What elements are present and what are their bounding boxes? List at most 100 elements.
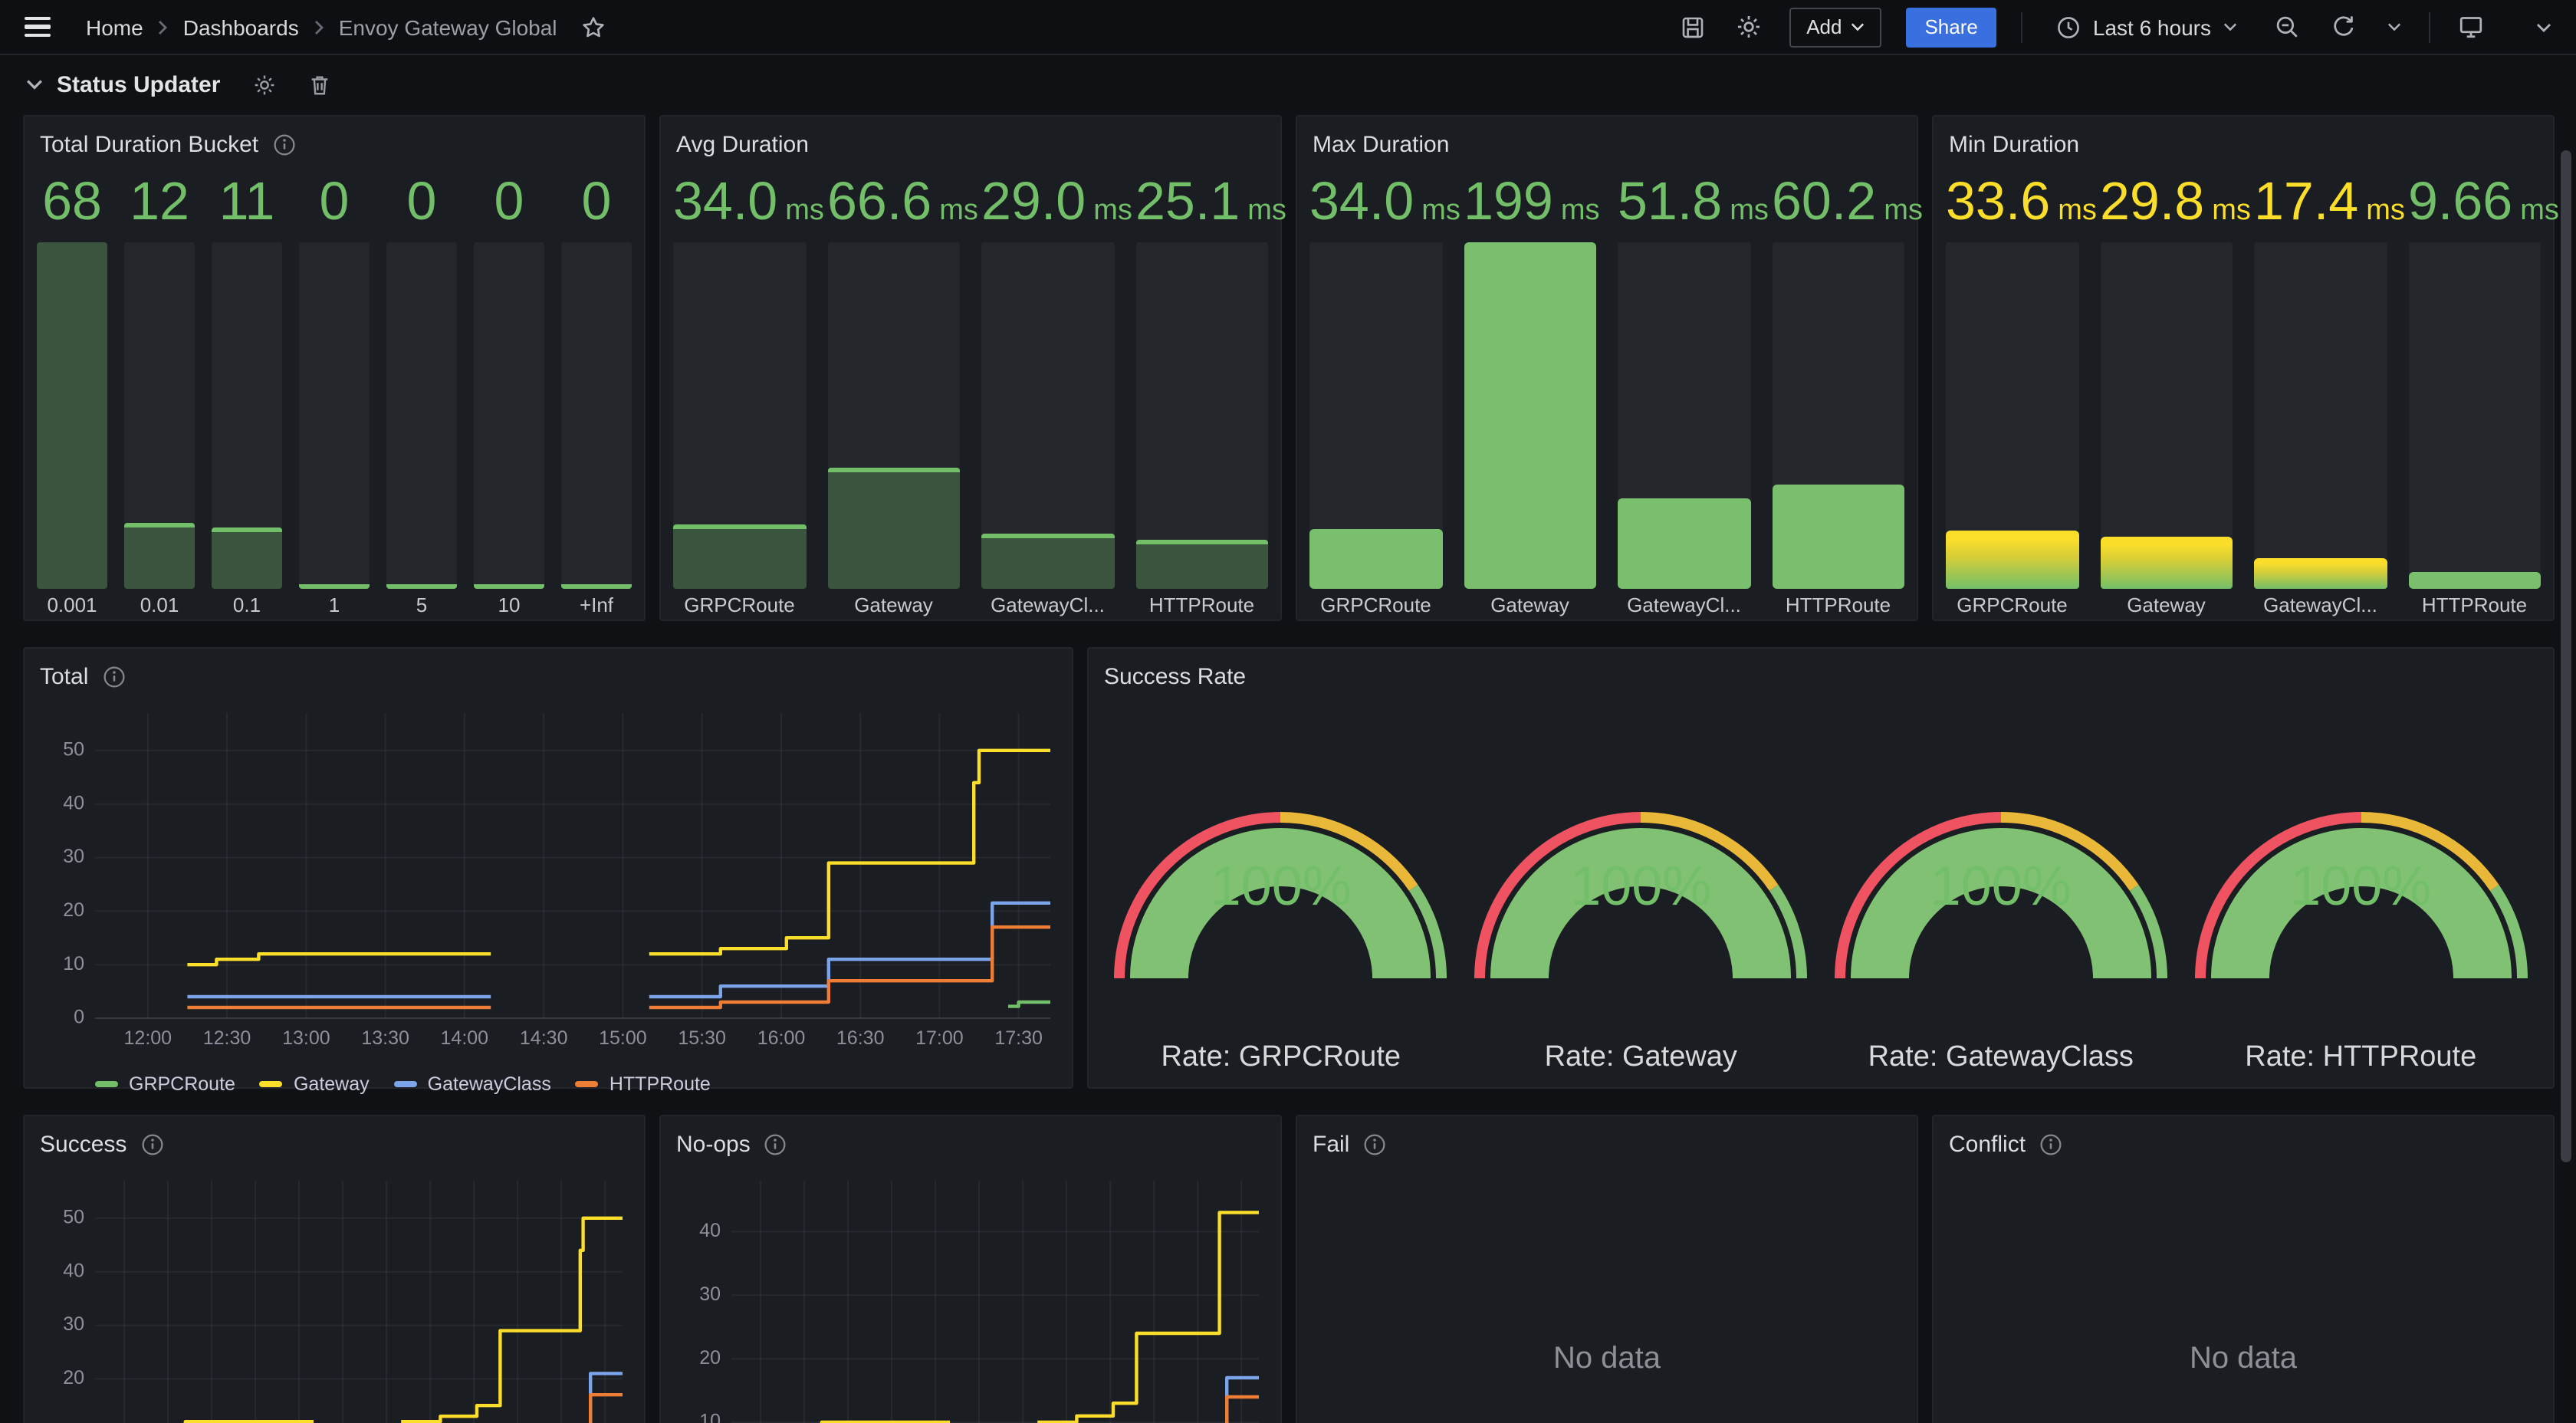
row-settings-icon[interactable]	[252, 73, 275, 96]
chevron-right-icon	[313, 19, 325, 35]
bar-label: 0.1	[212, 589, 282, 623]
panel-fail: FailNo data	[1296, 1115, 1918, 1423]
svg-text:20: 20	[699, 1347, 721, 1369]
svg-text:50: 50	[63, 738, 84, 760]
add-button-label: Add	[1806, 15, 1842, 38]
stat-value: 68	[37, 169, 107, 236]
time-series-plot[interactable]: 0102030405012:0012:3013:0013:3014:0014:3…	[37, 1168, 635, 1423]
svg-text:30: 30	[699, 1283, 721, 1305]
gauge-label: Rate: GRPCRoute	[1161, 1041, 1401, 1075]
legend-item[interactable]: Gateway	[260, 1073, 370, 1095]
panel-total-chart: Total0102030405012:0012:3013:0013:3014:0…	[23, 647, 1073, 1089]
panel-avg-duration: Avg Duration 34.0msGRPCRoute66.6msGateway…	[659, 115, 1282, 621]
bar-fill	[37, 242, 107, 589]
panel-header: Success Rate	[1101, 649, 2541, 698]
svg-text:15:00: 15:00	[599, 1027, 647, 1049]
breadcrumb-dashboards[interactable]: Dashboards	[183, 15, 299, 39]
bar-track	[1772, 242, 1904, 589]
stat-unit: ms	[2520, 195, 2559, 227]
bar-fill	[124, 523, 195, 589]
panel-header: Success	[37, 1116, 632, 1165]
bar-label: +Inf	[561, 589, 632, 623]
panel-noops-chart: No-ops01020304012:0012:3013:0013:3014:00…	[659, 1115, 1282, 1423]
save-icon[interactable]	[1677, 12, 1708, 42]
time-range-picker[interactable]: Last 6 hours	[2047, 13, 2246, 41]
clock-icon	[2056, 15, 2081, 39]
bar-gauge-cell: 29.0msGatewayCl...	[981, 169, 1114, 623]
bar-fill	[1772, 485, 1904, 589]
bar-label: GatewayCl...	[981, 589, 1114, 623]
svg-text:16:30: 16:30	[836, 1027, 885, 1049]
bar-gauge-cell: 29.8msGateway	[2100, 169, 2233, 623]
stat-value: 51.8ms	[1618, 169, 1750, 236]
stat-value: 33.6ms	[1946, 169, 2078, 236]
info-icon[interactable]	[140, 1132, 163, 1155]
star-icon[interactable]	[579, 12, 610, 42]
bar-fill	[1135, 540, 1268, 589]
share-button[interactable]: Share	[1906, 7, 1996, 47]
svg-text:40: 40	[63, 792, 84, 813]
time-series-plot[interactable]: 01020304012:0012:3013:0013:3014:0014:301…	[673, 1168, 1271, 1423]
bar-gauge-cell: 9.66msHTTPRoute	[2408, 169, 2541, 623]
refresh-icon[interactable]	[2328, 11, 2360, 43]
svg-text:15:30: 15:30	[678, 1027, 726, 1049]
dashboard-row-header: Status Updater	[0, 57, 330, 112]
row-delete-trash-icon[interactable]	[307, 73, 330, 96]
panel-title[interactable]: No-ops	[676, 1131, 751, 1157]
gauge: 100%Rate: GatewayClass	[1821, 796, 2181, 1075]
panel-title[interactable]: Max Duration	[1313, 131, 1449, 157]
panel-title[interactable]: Total Duration Bucket	[40, 131, 258, 157]
info-icon[interactable]	[764, 1132, 787, 1155]
chevron-right-icon	[157, 19, 169, 35]
stat-value: 60.2ms	[1772, 169, 1904, 236]
bar-gauge: 680.001120.01110.101050100+Inf	[37, 169, 632, 623]
row-title[interactable]: Status Updater	[57, 71, 220, 97]
settings-icon[interactable]	[1733, 11, 1765, 43]
stat-value: 66.6ms	[827, 169, 960, 236]
panel-title[interactable]: Total	[40, 663, 88, 689]
add-button[interactable]: Add	[1789, 7, 1881, 47]
gauge-value: 100%	[1461, 854, 1822, 919]
bar-fill	[474, 584, 544, 589]
collapse-toolbar-caret-icon[interactable]	[2533, 18, 2555, 36]
gauge-row: 100%Rate: GRPCRoute100%Rate: Gateway100%…	[1101, 796, 2541, 1075]
panel-title[interactable]: Min Duration	[1949, 131, 2079, 157]
bar-gauge-cell: 68 0.001	[37, 169, 107, 623]
zoom-out-icon[interactable]	[2271, 11, 2303, 43]
panel-title[interactable]: Avg Duration	[676, 131, 809, 157]
bar-fill	[386, 584, 457, 589]
chevron-down-icon	[1851, 21, 1865, 32]
bar-label: 0.001	[37, 589, 107, 623]
row-collapse-chevron-icon[interactable]	[26, 78, 43, 90]
bar-fill	[673, 524, 806, 589]
stat-value: 199ms	[1464, 169, 1596, 236]
svg-text:30: 30	[63, 1313, 84, 1335]
menu-icon[interactable]	[21, 8, 58, 45]
svg-text:14:30: 14:30	[520, 1027, 568, 1049]
legend-item[interactable]: HTTPRoute	[576, 1073, 711, 1095]
breadcrumb-home[interactable]: Home	[86, 15, 143, 39]
bar-fill	[2100, 537, 2233, 589]
legend-item[interactable]: GRPCRoute	[95, 1073, 235, 1095]
time-series-plot[interactable]: 0102030405012:0012:3013:0013:3014:0014:3…	[37, 701, 1063, 1069]
svg-text:50: 50	[63, 1206, 84, 1227]
page-scrollbar-thumb[interactable]	[2561, 150, 2571, 1162]
svg-text:0: 0	[74, 1007, 84, 1028]
bar-gauge: 34.0msGRPCRoute66.6msGateway29.0msGatewa…	[673, 169, 1268, 623]
bar-track	[2408, 242, 2541, 589]
bar-label: GatewayCl...	[1618, 589, 1750, 623]
bar-label: HTTPRoute	[2408, 589, 2541, 623]
svg-text:40: 40	[63, 1260, 84, 1281]
refresh-interval-caret-icon[interactable]	[2384, 18, 2404, 35]
bar-track	[561, 242, 632, 589]
panel-title[interactable]: Success Rate	[1104, 663, 1246, 689]
toolbar-divider	[2021, 12, 2022, 42]
panel-title[interactable]: Success	[40, 1131, 127, 1157]
info-icon[interactable]	[102, 665, 125, 688]
stat-unit: ms	[2212, 195, 2251, 227]
tv-mode-icon[interactable]	[2455, 11, 2487, 43]
stat-value: 29.8ms	[2100, 169, 2233, 236]
info-icon[interactable]	[272, 133, 295, 156]
legend-item[interactable]: GatewayClass	[394, 1073, 551, 1095]
bar-label: GRPCRoute	[1309, 589, 1442, 623]
